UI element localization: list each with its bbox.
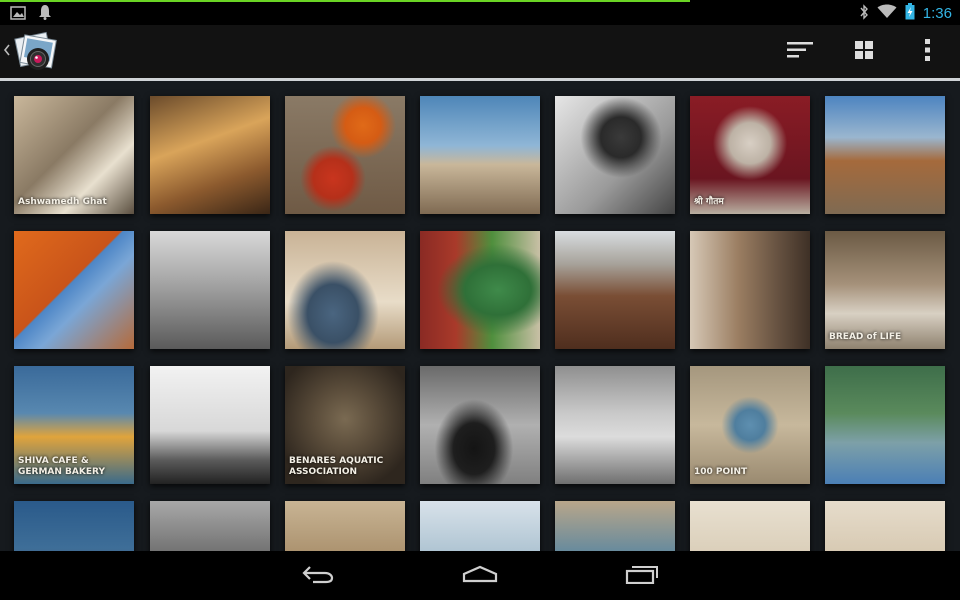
photo-caption: SHIVA CAFE & GERMAN BAKERY xyxy=(18,456,105,477)
photo-thumbnail[interactable] xyxy=(150,366,270,484)
image-notification-icon xyxy=(10,5,26,24)
photo-thumbnail[interactable]: BREAD of LIFE xyxy=(825,231,945,349)
bluetooth-icon xyxy=(859,3,869,24)
recent-apps-button[interactable] xyxy=(612,560,672,592)
photo-thumbnail[interactable]: SHIVA CAFE & GERMAN BAKERY xyxy=(14,366,134,484)
overflow-menu-icon xyxy=(925,38,931,65)
photo-thumbnail[interactable] xyxy=(555,366,675,484)
overflow-menu-button[interactable] xyxy=(896,25,960,78)
photo-thumbnail[interactable] xyxy=(14,501,134,551)
back-button[interactable] xyxy=(288,560,348,592)
photo-thumbnail[interactable]: श्री गौतम xyxy=(690,96,810,214)
photo-caption: श्री गौतम xyxy=(694,197,724,207)
status-bar: 1:36 xyxy=(0,0,960,25)
photo-caption: 100 POINT xyxy=(694,467,748,477)
photo-grid[interactable]: Ashwamedh Ghat श्री गौतम BREAD of LIFE SHIV… xyxy=(0,81,960,551)
home-button[interactable] xyxy=(450,560,510,592)
photo-thumbnail[interactable] xyxy=(150,96,270,214)
photo-thumbnail[interactable]: BENARES AQUATIC ASSOCIATION xyxy=(285,366,405,484)
photo-thumbnail[interactable] xyxy=(285,501,405,551)
photo-caption: Ashwamedh Ghat xyxy=(18,197,107,207)
photo-thumbnail[interactable] xyxy=(825,96,945,214)
photo-thumbnail[interactable]: 100 POINT xyxy=(690,366,810,484)
photo-thumbnail[interactable]: Ashwamedh Ghat xyxy=(14,96,134,214)
home-icon xyxy=(462,565,498,587)
photo-thumbnail[interactable] xyxy=(285,231,405,349)
photo-thumbnail[interactable] xyxy=(690,231,810,349)
photo-thumbnail[interactable] xyxy=(420,366,540,484)
photo-thumbnail[interactable] xyxy=(285,96,405,214)
photo-thumbnail[interactable] xyxy=(555,231,675,349)
camera-photos-app-icon[interactable] xyxy=(12,29,60,75)
navigation-bar xyxy=(0,551,960,600)
photo-thumbnail[interactable] xyxy=(420,96,540,214)
sort-icon xyxy=(787,41,813,63)
photo-thumbnail[interactable] xyxy=(690,501,810,551)
clock-time: 1:36 xyxy=(922,5,952,22)
up-caret-icon[interactable] xyxy=(3,42,11,61)
photo-thumbnail[interactable] xyxy=(825,366,945,484)
photo-caption: BREAD of LIFE xyxy=(829,332,902,342)
status-bar-accent xyxy=(0,0,690,2)
photo-thumbnail[interactable] xyxy=(555,501,675,551)
photo-thumbnail[interactable] xyxy=(555,96,675,214)
battery-charging-icon xyxy=(905,3,915,24)
photo-thumbnail[interactable] xyxy=(150,231,270,349)
grid-view-button[interactable] xyxy=(832,25,896,78)
photo-thumbnail[interactable] xyxy=(420,231,540,349)
grid-view-icon xyxy=(855,40,873,63)
bell-notification-icon xyxy=(38,4,52,24)
photo-caption: BENARES AQUATIC ASSOCIATION xyxy=(289,456,384,477)
photo-thumbnail[interactable] xyxy=(150,501,270,551)
action-bar xyxy=(0,25,960,81)
recent-apps-icon xyxy=(625,564,659,588)
wifi-icon xyxy=(877,4,897,23)
sort-button[interactable] xyxy=(768,25,832,78)
photo-thumbnail[interactable] xyxy=(420,501,540,551)
photo-thumbnail[interactable] xyxy=(14,231,134,349)
photo-thumbnail[interactable] xyxy=(825,501,945,551)
back-icon xyxy=(301,564,335,588)
